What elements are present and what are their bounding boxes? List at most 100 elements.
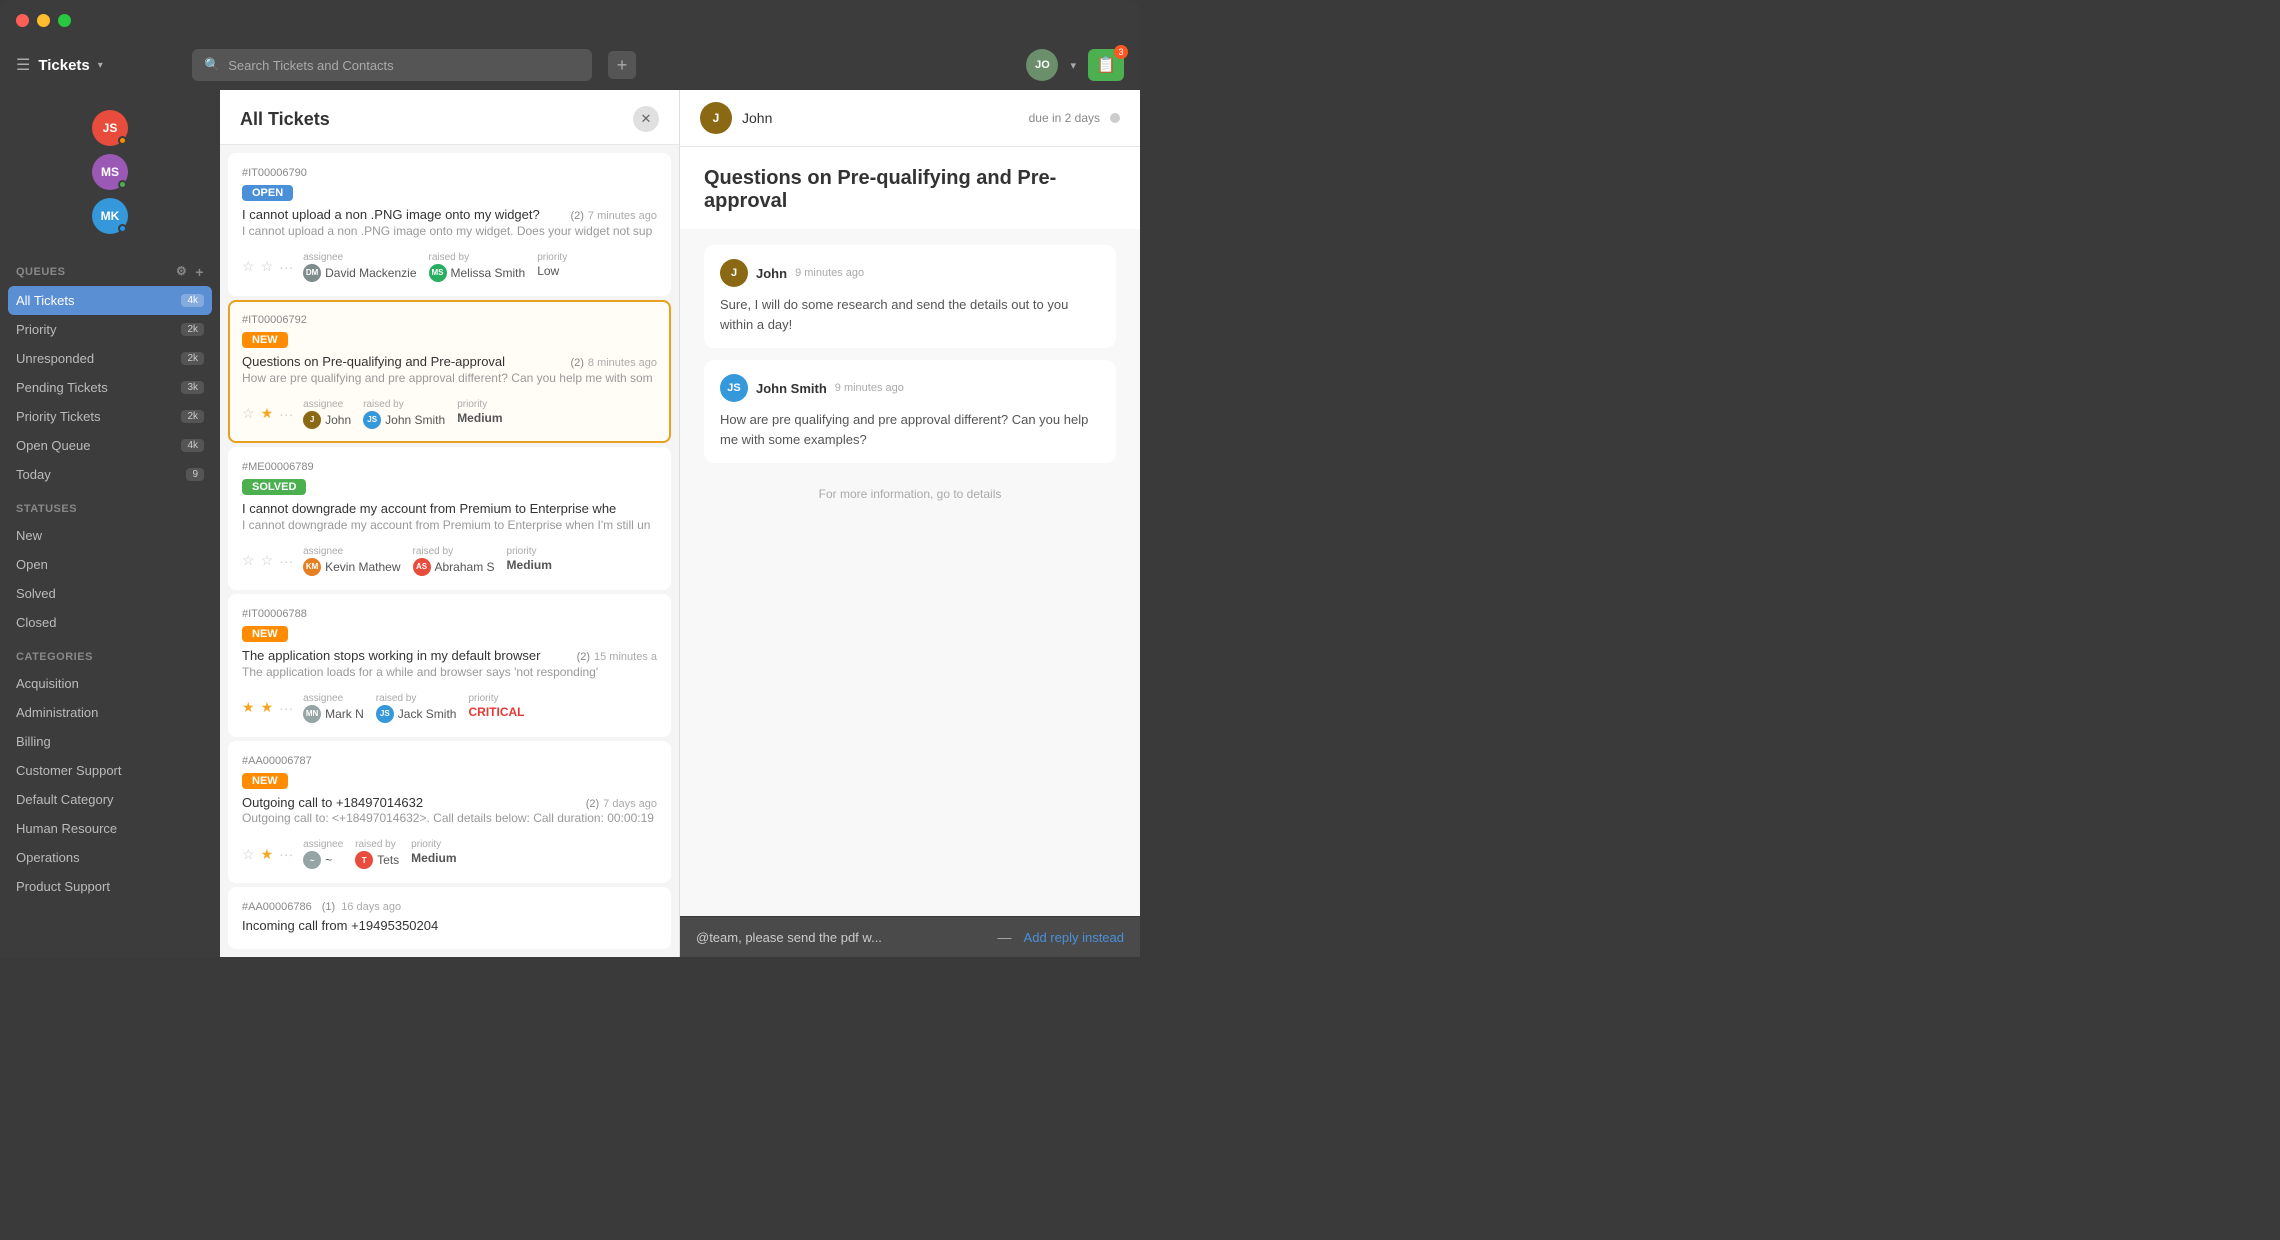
sidebar-item-today[interactable]: Today 9 — [0, 460, 220, 489]
star-button-2[interactable]: ★ — [261, 405, 274, 422]
sidebar-item-acquisition[interactable]: Acquisition — [0, 669, 220, 698]
ticket-status-badge: NEW — [242, 332, 288, 348]
raised-by-avatar: AS — [413, 558, 431, 576]
minimize-reply-button[interactable]: — — [998, 929, 1012, 945]
more-info-link[interactable]: For more information, go to details — [704, 475, 1116, 513]
ticket-card[interactable]: #AA00006787 NEW Outgoing call to +184970… — [228, 741, 671, 884]
message-text: How are pre qualifying and pre approval … — [720, 410, 1100, 449]
star-button-2[interactable]: ☆ — [261, 552, 274, 569]
ticket-id: #IT00006788 — [242, 608, 307, 620]
notifications-button[interactable]: 📋 3 — [1088, 49, 1124, 81]
priority-value: CRITICAL — [468, 705, 524, 719]
ticket-subject: The application stops working in my defa… — [242, 648, 569, 665]
title-dropdown-icon[interactable]: ▾ — [98, 60, 103, 71]
window-chrome — [0, 0, 1140, 40]
sidebar-item-default-category[interactable]: Default Category — [0, 785, 220, 814]
ticket-id: #IT00006790 — [242, 167, 307, 179]
more-options-button[interactable]: ··· — [279, 553, 293, 569]
sidebar-item-open-queue[interactable]: Open Queue 4k — [0, 431, 220, 460]
avatar-dropdown-icon[interactable]: ▾ — [1070, 59, 1076, 72]
assignee-avatar: J — [303, 411, 321, 429]
ticket-count: (2) — [586, 798, 599, 810]
raised-by-avatar: JS — [376, 705, 394, 723]
star-button[interactable]: ☆ — [242, 405, 255, 422]
maximize-button[interactable] — [58, 14, 71, 27]
ticket-card[interactable]: #ME00006789 SOLVED I cannot downgrade my… — [228, 447, 671, 590]
add-reply-button[interactable]: Add reply instead — [1024, 930, 1124, 945]
close-button[interactable] — [16, 14, 29, 27]
sidebar-item-new[interactable]: New — [0, 521, 220, 550]
message-header: J John 9 minutes ago — [720, 259, 1100, 287]
message-header: JS John Smith 9 minutes ago — [720, 374, 1100, 402]
detail-user-avatar: J — [700, 102, 732, 134]
ticket-footer: ☆ ☆ ··· assignee KM Kevin Mathew raised — [242, 546, 657, 576]
raised-by-avatar: JS — [363, 411, 381, 429]
star-button-2[interactable]: ★ — [261, 846, 274, 863]
sidebar-item-operations[interactable]: Operations — [0, 843, 220, 872]
tickets-panel-title: All Tickets — [240, 109, 330, 130]
sidebar-avatar-ms[interactable]: MS — [92, 154, 128, 190]
ticket-top: #IT00006792 NEW Questions on Pre-qualify… — [242, 314, 657, 393]
sidebar-item-priority[interactable]: Priority 2k — [0, 315, 220, 344]
ticket-time: 16 days ago — [341, 901, 401, 913]
reply-bar: @team, please send the pdf w... — Add re… — [680, 916, 1140, 957]
queues-settings-icon[interactable]: ⚙ — [176, 264, 187, 280]
sidebar-item-solved[interactable]: Solved — [0, 579, 220, 608]
ticket-card[interactable]: #IT00006790 OPEN I cannot upload a non .… — [228, 153, 671, 296]
sidebar-item-administration[interactable]: Administration — [0, 698, 220, 727]
hamburger-icon[interactable]: ☰ — [16, 55, 30, 75]
more-options-button[interactable]: ··· — [279, 700, 293, 716]
sidebar-item-product-support[interactable]: Product Support — [0, 872, 220, 901]
ticket-subject: I cannot upload a non .PNG image onto my… — [242, 207, 562, 224]
more-options-button[interactable]: ··· — [279, 406, 293, 422]
search-icon: 🔍 — [204, 57, 220, 73]
sidebar-avatar-js[interactable]: JS — [92, 110, 128, 146]
ticket-subject: Incoming call from +19495350204 — [242, 918, 438, 933]
assignee-avatar: ~ — [303, 851, 321, 869]
ticket-status-badge: NEW — [242, 626, 288, 642]
priority-meta: priority Medium — [457, 399, 502, 429]
sidebar-item-human-resource[interactable]: Human Resource — [0, 814, 220, 843]
ticket-count: (1) — [322, 901, 335, 913]
sidebar-item-closed[interactable]: Closed — [0, 608, 220, 637]
star-button[interactable]: ★ — [242, 699, 255, 716]
add-ticket-button[interactable]: + — [608, 51, 636, 79]
star-button-2[interactable]: ★ — [261, 699, 274, 716]
queues-add-icon[interactable]: + — [195, 264, 204, 280]
ticket-meta: assignee MN Mark N raised by JS Jack Smi… — [303, 693, 657, 723]
star-button[interactable]: ☆ — [242, 552, 255, 569]
more-options-button[interactable]: ··· — [279, 259, 293, 275]
ticket-footer: ★ ★ ··· assignee MN Mark N raised by — [242, 693, 657, 723]
raised-by-meta: raised by AS Abraham S — [413, 546, 495, 576]
ticket-time: 7 minutes ago — [588, 210, 657, 222]
sidebar-item-customer-support[interactable]: Customer Support — [0, 756, 220, 785]
ticket-card[interactable]: #AA00006786 (1) 16 days ago Incoming cal… — [228, 887, 671, 949]
message-time: 9 minutes ago — [795, 267, 864, 279]
raised-by-avatar: T — [355, 851, 373, 869]
user-avatar-button[interactable]: JO — [1026, 49, 1058, 81]
sidebar-item-billing[interactable]: Billing — [0, 727, 220, 756]
ticket-footer: ☆ ★ ··· assignee ~ ~ raised by — [242, 839, 657, 869]
ticket-count: (2) — [570, 357, 583, 369]
ticket-meta: assignee ~ ~ raised by T Tets — [303, 839, 657, 869]
star-button[interactable]: ☆ — [242, 846, 255, 863]
ticket-subject: I cannot downgrade my account from Premi… — [242, 501, 657, 518]
sidebar-item-unresponded[interactable]: Unresponded 2k — [0, 344, 220, 373]
sidebar-item-priority-tickets[interactable]: Priority Tickets 2k — [0, 402, 220, 431]
more-options-button[interactable]: ··· — [279, 846, 293, 862]
ticket-card[interactable]: #IT00006792 NEW Questions on Pre-qualify… — [228, 300, 671, 443]
ticket-card[interactable]: #IT00006788 NEW The application stops wo… — [228, 594, 671, 737]
sidebar-avatar-mk[interactable]: MK — [92, 198, 128, 234]
messages-area: J John 9 minutes ago Sure, I will do som… — [680, 229, 1140, 916]
close-panel-button[interactable]: ✕ — [633, 106, 659, 132]
star-button[interactable]: ☆ — [242, 258, 255, 275]
sidebar-item-all-tickets[interactable]: All Tickets 4k — [8, 286, 212, 315]
assignee-avatar: DM — [303, 264, 321, 282]
sidebar-item-open[interactable]: Open — [0, 550, 220, 579]
minimize-button[interactable] — [37, 14, 50, 27]
priority-meta: priority Medium — [411, 839, 456, 869]
search-bar[interactable]: 🔍 Search Tickets and Contacts — [192, 49, 592, 81]
sidebar-item-pending-tickets[interactable]: Pending Tickets 3k — [0, 373, 220, 402]
detail-header: J John due in 2 days — [680, 90, 1140, 147]
star-button-2[interactable]: ☆ — [261, 258, 274, 275]
